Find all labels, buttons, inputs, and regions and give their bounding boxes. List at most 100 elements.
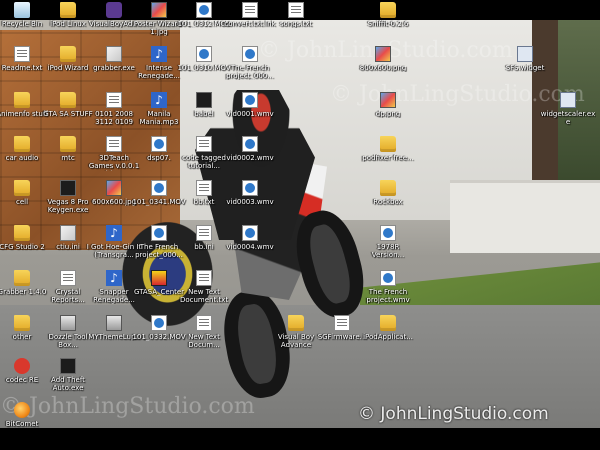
wallpaper-barrier <box>450 180 600 253</box>
text-file-icon <box>60 270 76 286</box>
watermark-bottom-right: © JohnLingStudio.com <box>358 404 549 424</box>
text-file-icon <box>196 225 212 241</box>
gadget-icon <box>517 46 533 62</box>
folder-icon <box>14 92 30 108</box>
desktop-icon[interactable]: podfixer free... <box>360 136 416 162</box>
desktop-icon[interactable]: SFS.widget <box>497 46 553 72</box>
desktop-icon[interactable]: vid0003.wmv <box>222 180 278 206</box>
text-file-icon <box>242 2 258 18</box>
desktop-icon-label: Add Theft Auto.exe <box>51 376 85 392</box>
visualboy-icon <box>106 2 122 18</box>
folder-icon <box>380 2 396 18</box>
game-icon <box>60 315 76 331</box>
desktop-icon-label: vid0003.wmv <box>226 198 274 206</box>
installer-icon <box>60 225 76 241</box>
image-file-icon <box>151 2 167 18</box>
desktop-icon[interactable]: 800x600.png <box>355 46 411 72</box>
desktop-icon[interactable]: The French project.wmv <box>360 270 416 304</box>
desktop-icon[interactable]: widgetscaler.exe <box>540 92 596 126</box>
text-file-icon <box>288 2 304 18</box>
desktop-icon-label: The French project.wmv <box>366 288 410 304</box>
app-icon <box>196 92 212 108</box>
desktop-icon-label: New Text Document.txt <box>179 288 229 304</box>
movie-file-icon <box>380 270 396 286</box>
text-file-icon <box>196 180 212 196</box>
desktop-icon[interactable]: Add Theft Auto.exe <box>40 358 96 392</box>
movie-file-icon <box>242 225 258 241</box>
image-file-icon <box>375 46 391 62</box>
desktop-icon[interactable]: Sniffit-0.2.6 <box>360 2 416 28</box>
text-file-icon <box>334 315 350 331</box>
desktop-icon-label: Sniffit-0.2.6 <box>367 20 409 28</box>
desktop-icon[interactable]: BitComet <box>0 402 50 428</box>
text-file-icon <box>196 270 212 286</box>
image-file-icon <box>106 180 122 196</box>
desktop-icon[interactable]: dp.png <box>360 92 416 118</box>
movie-file-icon <box>151 315 167 331</box>
desktop-icon[interactable]: Rockbox <box>360 180 416 206</box>
folder-icon <box>14 270 30 286</box>
desktop[interactable]: © JohnLingStudio.com © JohnLingStudio.co… <box>0 0 600 450</box>
movie-file-icon <box>196 2 212 18</box>
folder-icon <box>380 315 396 331</box>
app-icon <box>60 180 76 196</box>
desktop-icon[interactable]: vid0004.wmv <box>222 225 278 251</box>
folder-icon <box>60 46 76 62</box>
gta-icon <box>151 270 167 286</box>
desktop-icon-label: iPodApplicat... <box>363 333 413 341</box>
folder-icon <box>14 315 30 331</box>
music-file-icon: ♪ <box>106 225 122 241</box>
desktop-icon-label: 1978R Version... <box>371 243 405 259</box>
movie-file-icon <box>151 225 167 241</box>
desktop-icon-label: New Text Docum... <box>188 333 220 349</box>
text-file-icon <box>196 136 212 152</box>
folder-icon <box>14 225 30 241</box>
folder-icon <box>380 136 396 152</box>
text-file-icon <box>196 315 212 331</box>
media-player-icon <box>14 358 30 374</box>
movie-file-icon <box>151 180 167 196</box>
desktop-icon-label: The French project_000... <box>226 64 274 80</box>
desktop-icon[interactable]: vid0002.wmv <box>222 136 278 162</box>
desktop-icon-label: Rockbox <box>373 198 403 206</box>
movie-file-icon <box>380 225 396 241</box>
folder-icon <box>14 136 30 152</box>
music-file-icon: ♪ <box>106 270 122 286</box>
text-file-icon <box>14 46 30 62</box>
folder-icon <box>60 136 76 152</box>
desktop-icon[interactable]: The French project_000... <box>222 46 278 80</box>
desktop-icon-label: dp.png <box>375 110 401 118</box>
folder-icon <box>60 92 76 108</box>
desktop-icon-label: songs.txt <box>279 20 313 28</box>
desktop-icon-label: BitComet <box>5 420 39 428</box>
gadget-icon <box>560 92 576 108</box>
desktop-icon[interactable]: 1978R Version... <box>360 225 416 259</box>
folder-icon <box>60 2 76 18</box>
desktop-icon-label: vid0004.wmv <box>226 243 274 251</box>
desktop-icon[interactable]: New Text Docum... <box>176 315 232 349</box>
image-file-icon <box>380 92 396 108</box>
desktop-icon-label: 800x600.png <box>359 64 407 72</box>
desktop-icon[interactable]: songs.txt <box>268 2 324 28</box>
music-file-icon: ♪ <box>151 92 167 108</box>
desktop-icon[interactable]: vid0001.wmv <box>222 92 278 118</box>
text-file-icon <box>106 136 122 152</box>
folder-icon <box>288 315 304 331</box>
desktop-icon-label: vid0002.wmv <box>226 154 274 162</box>
desktop-icon-label: podfixer free... <box>362 154 414 162</box>
desktop-icon-label: widgetscaler.exe <box>540 110 596 126</box>
app-icon <box>60 358 76 374</box>
folder-icon <box>380 180 396 196</box>
recycle-bin-icon <box>14 2 30 18</box>
installer-icon <box>106 46 122 62</box>
music-file-icon: ♪ <box>151 46 167 62</box>
media-icon <box>106 315 122 331</box>
desktop-icon[interactable]: iPodApplicat... <box>360 315 416 341</box>
desktop-icon[interactable]: New Text Document.txt <box>176 270 232 304</box>
movie-file-icon <box>196 46 212 62</box>
bitcomet-icon <box>14 402 30 418</box>
desktop-icon-label: vid0001.wmv <box>226 110 274 118</box>
movie-file-icon <box>242 180 258 196</box>
folder-icon <box>14 180 30 196</box>
movie-file-icon <box>242 92 258 108</box>
